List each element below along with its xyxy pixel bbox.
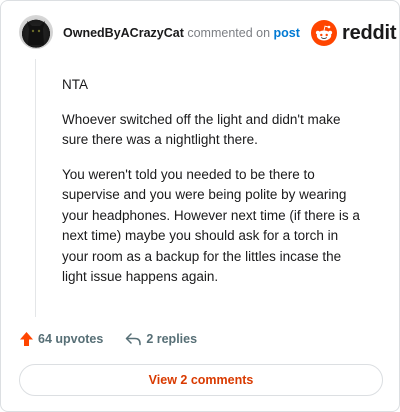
reddit-snoo-icon [311,20,337,46]
replies-count: 2 replies [146,332,198,346]
avatar[interactable] [19,15,53,49]
upvote-button[interactable]: 64 upvotes [19,331,103,347]
comment-paragraph: NTA [62,77,88,92]
thread-line[interactable] [35,59,36,317]
username-link[interactable]: OwnedByACrazyCat [63,26,184,40]
black-cat-icon [27,21,45,45]
comment-paragraph: You weren't told you needed to be there … [62,166,360,285]
comment-actions: 64 upvotes 2 replies [19,331,197,347]
reddit-logo[interactable]: reddit [311,20,397,46]
upvote-count: 64 upvotes [38,332,104,346]
reply-arrow-icon [126,333,142,346]
comment-card: OwnedByACrazyCat commented on post reddi… [0,0,400,412]
view-comments-button[interactable]: View 2 comments [19,364,383,396]
comment-header: OwnedByACrazyCat commented on post [63,26,300,40]
comment-paragraph: Whoever switched off the light and didn'… [62,111,341,148]
upvote-arrow-icon [20,332,33,346]
post-link[interactable]: post [274,26,300,40]
replies-button[interactable]: 2 replies [125,332,197,346]
reddit-wordmark: reddit [342,21,397,44]
commented-on-text: commented on [187,26,271,40]
comment-body: NTA Whoever switched off the light and d… [62,75,362,302]
